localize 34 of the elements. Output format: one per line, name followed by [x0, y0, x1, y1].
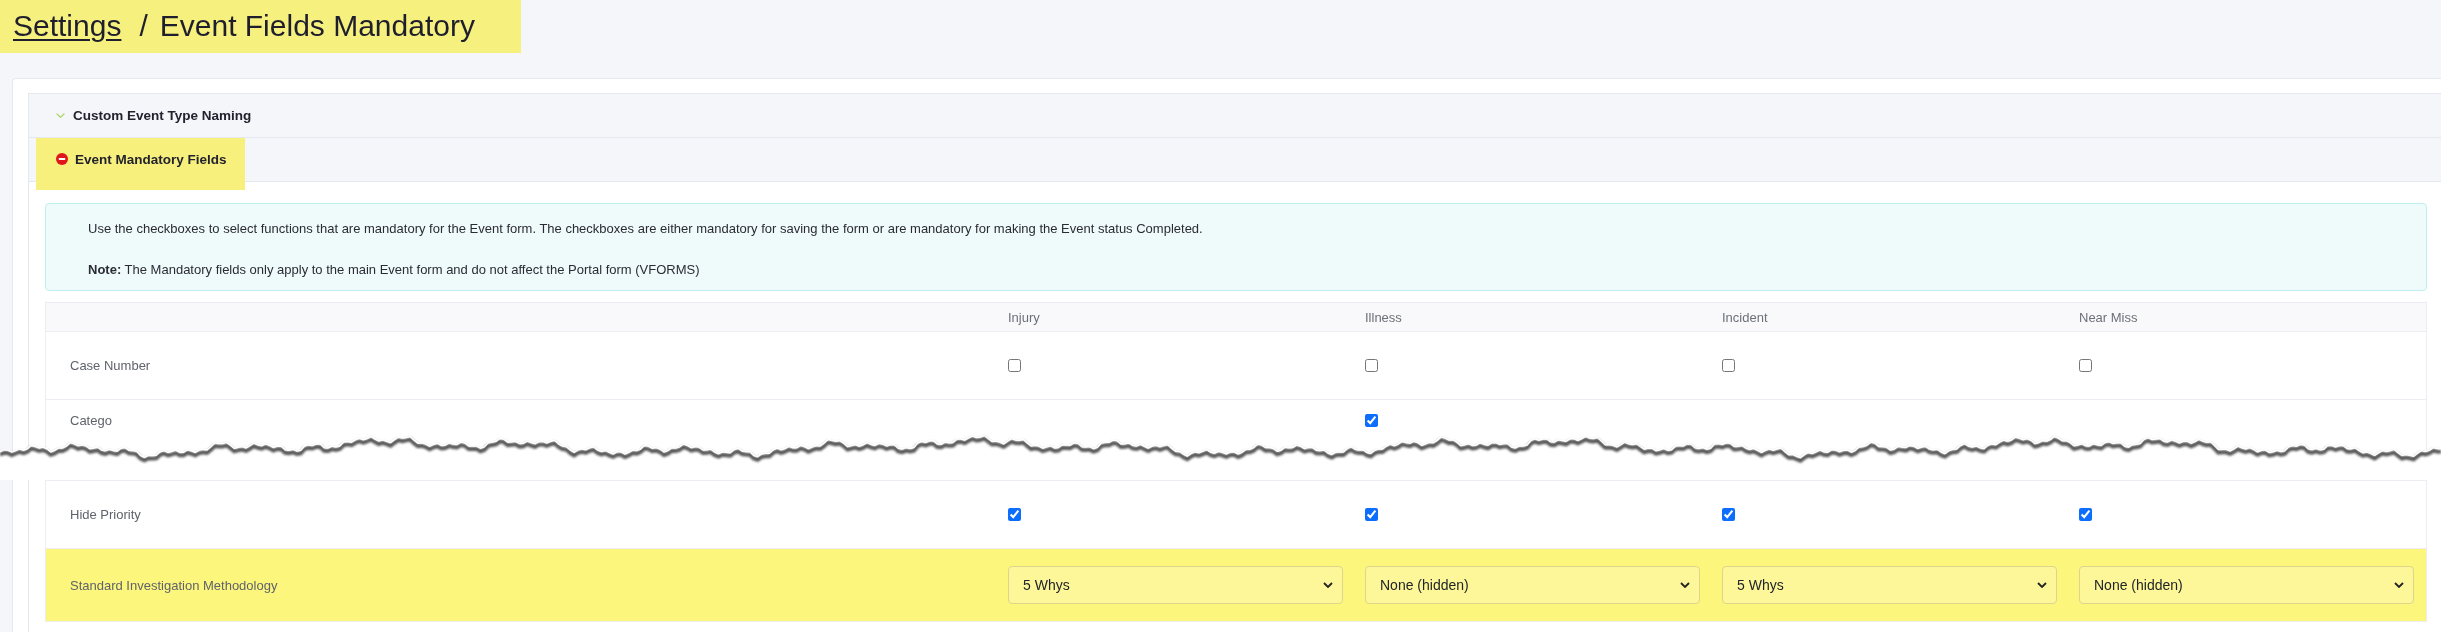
checkbox[interactable] [1365, 359, 1378, 372]
breadcrumb-separator: / [139, 8, 148, 43]
checkbox[interactable] [1365, 508, 1378, 521]
column-header: Near Miss [2079, 309, 2138, 325]
column-header: Illness [1365, 309, 1402, 325]
checkbox[interactable] [1722, 359, 1735, 372]
row-label: Hide Priority [70, 507, 141, 522]
page-title: Event Fields Mandatory [159, 8, 475, 43]
column-header: Injury [1008, 309, 1040, 325]
accordion-header[interactable]: Event Mandatory Fields [29, 138, 2441, 190]
accordion-header[interactable]: Custom Event Type Naming [29, 94, 2441, 138]
section-title: Event Mandatory Fields [75, 152, 227, 167]
chevron-down-icon [2037, 582, 2047, 588]
row-label: Catego [70, 412, 112, 428]
info-note: Note: The Mandatory fields only apply to the main Event form and do not affect the Portal form (VFORMS) [88, 261, 701, 279]
chevron-down-icon [1323, 582, 1333, 588]
row-label: Standard Investigation Methodology [70, 577, 278, 593]
chevron-down-icon [2394, 582, 2404, 588]
info-text: Use the checkboxes to select functions that are mandatory for the Event form. The checkboxes are either mandatory for saving the form or are mandatory for making the Event status Completed. [88, 220, 1204, 238]
row-label: Case Number [70, 358, 151, 373]
breadcrumb-link[interactable]: Settings [13, 8, 122, 43]
checkbox[interactable] [2079, 359, 2092, 372]
checkbox[interactable] [1722, 508, 1735, 521]
dropdown-select[interactable]: 5 Whys [1008, 566, 1343, 604]
dropdown-select[interactable]: None (hidden) [2079, 566, 2414, 604]
section-title: Custom Event Type Naming [73, 108, 252, 123]
checkbox[interactable] [1365, 413, 1378, 427]
chevron-down-icon [1680, 582, 1690, 588]
checkbox[interactable] [1008, 359, 1021, 372]
dropdown-select[interactable]: None (hidden) [1365, 566, 1700, 604]
checkbox[interactable] [1008, 508, 1021, 521]
checkbox[interactable] [2079, 508, 2092, 521]
column-header: Incident [1722, 309, 1768, 325]
dropdown-select[interactable]: 5 Whys [1722, 566, 2057, 604]
